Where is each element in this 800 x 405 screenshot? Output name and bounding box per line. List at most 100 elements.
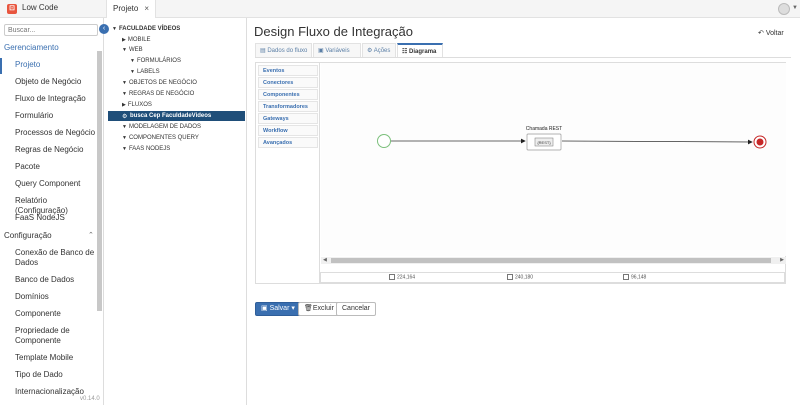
app-logo-icon: ⊡ <box>7 4 17 14</box>
sidebar-item-componente[interactable]: Componente <box>15 309 97 319</box>
trash-icon: 🗑 <box>304 305 313 312</box>
diagram-canvas[interactable]: {REST} Chamada REST <box>321 63 786 256</box>
undo-icon: ↶ <box>758 30 766 37</box>
sidebar-item-regras-negocio[interactable]: Regras de Negócio <box>15 145 97 155</box>
tree-node-busca-cep[interactable]: busca Cep FaculdadeVideos <box>130 113 211 119</box>
page-title: Design Fluxo de Integração <box>254 24 413 39</box>
caret-down-icon: ▼ <box>130 69 135 75</box>
sidebar-item-objeto-negocio[interactable]: Objeto de Negócio <box>15 77 97 87</box>
caret-down-icon: ▼ <box>122 135 127 141</box>
sidebar-item-propriedade-componente[interactable]: Propriedade de Componente <box>15 326 97 346</box>
tree-node-web[interactable]: ▼ WEB <box>122 47 143 53</box>
sidebar-item-conexao-banco[interactable]: Conexão de Banco de Dados <box>15 248 97 268</box>
sidebar-item-fluxo-integracao[interactable]: Fluxo de Integração <box>15 94 97 104</box>
palette: Eventos Conectores Componentes Transform… <box>256 63 320 283</box>
sidebar-item-pacote[interactable]: Pacote <box>15 162 97 172</box>
crop-icon <box>389 274 395 280</box>
caret-down-icon: ▼ <box>130 58 135 64</box>
flow-connector-2[interactable] <box>561 139 753 145</box>
tree-node-formularios[interactable]: ▼ FORMULÁRIOS <box>130 58 181 64</box>
sidebar-item-formulario[interactable]: Formulário <box>15 111 97 121</box>
node-label: Chamada REST <box>526 126 562 132</box>
palette-workflow[interactable]: Workflow <box>258 125 318 136</box>
palette-avancados[interactable]: Avançados <box>258 137 318 148</box>
flow-icon: ⚙ <box>122 114 128 120</box>
sidebar-item-banco-dados[interactable]: Banco de Dados <box>15 275 97 285</box>
tree-node-regras-negocio[interactable]: ▼ REGRAS DE NEGÓCIO <box>122 91 194 97</box>
search-input[interactable] <box>4 24 98 36</box>
tab-acoes[interactable]: ⚙ Ações <box>362 43 396 57</box>
tab-dados-fluxo[interactable]: ▤ Dados do fluxo <box>255 43 312 57</box>
save-button[interactable]: ▣ Salvar ▾ <box>255 302 301 316</box>
diagram-svg: {REST} Chamada REST <box>377 126 767 151</box>
section-label: Configuração <box>4 231 52 240</box>
palette-gateways[interactable]: Gateways <box>258 113 318 124</box>
tab-projeto[interactable]: Projeto × <box>106 0 157 18</box>
sidebar-item-dominios[interactable]: Domínios <box>15 292 97 302</box>
cancel-button[interactable]: Cancelar <box>336 302 377 316</box>
sidebar-item-faas-nodejs[interactable]: FaaS NodeJS <box>15 213 97 223</box>
sidebar-item-query-component[interactable]: Query Component <box>15 179 97 189</box>
section-label: Gerenciamento <box>4 43 59 52</box>
caret-right-icon: ▶ <box>122 37 126 43</box>
tree-node-modelagem-dados[interactable]: ▼ MODELAGEM DE DADOS <box>122 124 201 130</box>
end-event-core <box>756 138 764 146</box>
sidebar-section-gerenciamento[interactable]: Gerenciamento <box>4 43 59 52</box>
chevron-down-icon[interactable]: ▼ <box>792 5 798 11</box>
user-avatar[interactable] <box>778 3 790 15</box>
sidebar-item-tipo-dado[interactable]: Tipo de Dado <box>15 370 97 380</box>
grid-icon <box>507 274 513 280</box>
close-icon[interactable]: × <box>144 4 149 13</box>
sidebar-item-template-mobile[interactable]: Template Mobile <box>15 353 97 363</box>
rest-call-node[interactable]: {REST} <box>526 133 562 151</box>
status-size: 96,148 <box>623 274 646 280</box>
diagram-editor: Eventos Conectores Componentes Transform… <box>255 62 786 284</box>
status-bar: 224,164 240,180 96,148 <box>320 272 785 283</box>
tabs-divider <box>255 57 791 58</box>
collapse-sidebar-button[interactable]: ‹ <box>99 24 109 34</box>
tree-node-componentes-query[interactable]: ▼ COMPONENTES QUERY <box>122 135 199 141</box>
tree-node-fluxos[interactable]: ▶ FLUXOS <box>122 102 152 108</box>
sidebar-scrollbar[interactable] <box>97 51 102 311</box>
back-button[interactable]: ↶ Voltar <box>758 29 784 37</box>
tree-node-labels[interactable]: ▼ LABELS <box>130 69 160 75</box>
status-position: 224,164 <box>389 274 415 280</box>
scroll-right-icon[interactable]: ▶ <box>780 257 784 263</box>
chevron-up-icon: ⌃ <box>88 232 94 239</box>
tab-label: Projeto <box>113 4 139 13</box>
gears-icon: ⚙ <box>367 48 374 54</box>
sidebar-item-projeto[interactable]: Projeto <box>15 60 97 70</box>
tree-node-faas-nodejs[interactable]: ▼ FAAS NODEJS <box>122 146 170 152</box>
caret-down-icon: ▼ <box>122 91 127 97</box>
palette-componentes[interactable]: Componentes <box>258 89 318 100</box>
caret-down-icon: ▼ <box>112 26 117 32</box>
tree-node-objetos-negocio[interactable]: ▼ OBJETOS DE NEGÓCIO <box>122 80 197 86</box>
scroll-left-icon[interactable]: ◀ <box>323 257 327 263</box>
caret-down-icon: ▼ <box>122 124 127 130</box>
app-title: Low Code <box>22 3 59 12</box>
save-icon: ▣ <box>261 305 270 312</box>
app-root: ⊡ Low Code Projeto × ▼ Gerenciamento Proj… <box>0 0 800 405</box>
sidebar: Gerenciamento Projeto Objeto de Negócio … <box>0 18 104 405</box>
sidebar-item-processos-negocio[interactable]: Processos de Negócio <box>15 128 97 138</box>
delete-button[interactable]: 🗑Excluir <box>298 302 340 316</box>
caret-down-icon: ▼ <box>122 80 127 86</box>
top-bar: ⊡ Low Code Projeto × ▼ <box>0 0 800 18</box>
canvas-hscrollbar[interactable]: ◀ ▶ <box>321 257 786 264</box>
tab-diagrama[interactable]: ☷ Diagrama <box>397 43 443 57</box>
node-badge: {REST} <box>537 140 551 145</box>
caret-right-icon: ▶ <box>122 102 126 108</box>
palette-transformadores[interactable]: Transformadores <box>258 101 318 112</box>
caret-down-icon: ▼ <box>122 146 127 152</box>
tree-node-mobile[interactable]: ▶ MOBILE <box>122 37 151 43</box>
tree-node-root[interactable]: ▼ FACULDADE VÍDEOS <box>112 26 180 32</box>
scroll-thumb[interactable] <box>331 258 771 263</box>
project-tree: ▼ FACULDADE VÍDEOS ▶ MOBILE ▼ WEB ▼ FORMULÁR… <box>106 18 247 405</box>
tab-variaveis[interactable]: ▣ Variáveis <box>313 43 361 57</box>
palette-eventos[interactable]: Eventos <box>258 65 318 76</box>
sidebar-section-configuracao[interactable]: Configuração ⌃ <box>4 231 94 240</box>
palette-conectores[interactable]: Conectores <box>258 77 318 88</box>
caret-down-icon: ▼ <box>122 47 127 53</box>
start-event[interactable] <box>377 134 391 148</box>
resize-icon <box>623 274 629 280</box>
